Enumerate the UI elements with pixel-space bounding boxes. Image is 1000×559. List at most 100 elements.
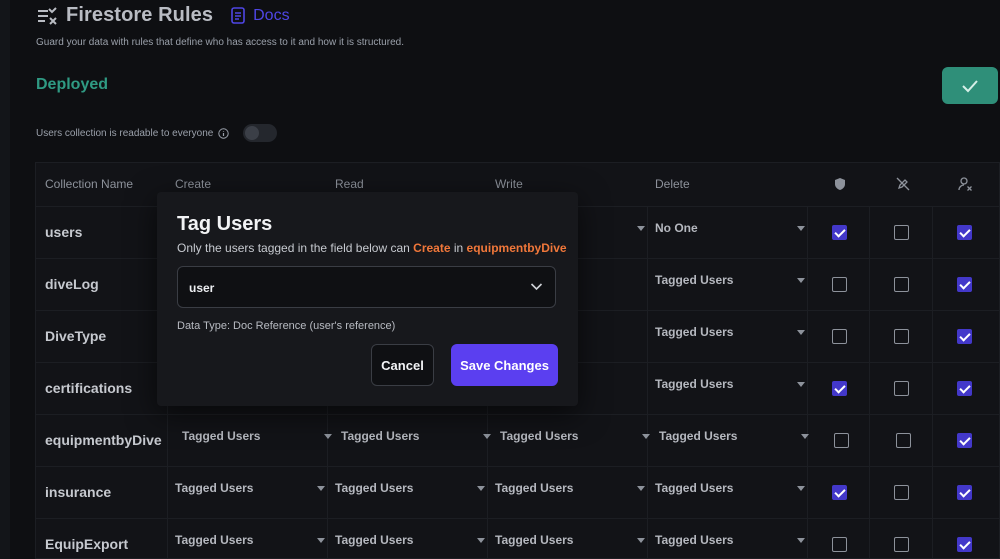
delete-select[interactable]: Tagged Users [655,533,805,555]
desc-prefix: Only the users tagged in the field below… [177,241,410,255]
chevron-down-icon [797,382,805,387]
save-changes-button[interactable]: Save Changes [451,344,558,386]
collection-name: certifications [45,380,133,396]
chevron-down-icon [637,538,645,543]
chevron-down-icon [797,226,805,231]
create-select[interactable]: Tagged Users [175,481,325,503]
delete-value: Tagged Users [655,533,734,547]
collection-name: insurance [45,484,112,500]
modal-description: Only the users tagged in the field below… [177,241,567,255]
checkbox-protected[interactable] [832,225,847,240]
write-value: Tagged Users [500,429,579,443]
checkbox-no-edit[interactable] [894,537,909,552]
chevron-down-icon [642,434,650,439]
info-icon[interactable] [218,127,230,139]
chevron-down-icon [637,486,645,491]
checkbox-no-edit[interactable] [894,381,909,396]
chevron-down-icon [317,486,325,491]
chevron-down-icon [530,283,543,291]
checkbox-no-edit[interactable] [894,329,909,344]
tag-field-select[interactable]: user [177,266,556,308]
checkbox-no-user[interactable] [957,537,972,552]
table-row: insurance Tagged Users Tagged Users Tagg… [36,467,1000,519]
read-value: Tagged Users [335,533,414,547]
delete-select[interactable]: Tagged Users [655,273,805,295]
collection-name: DiveType [45,328,107,344]
chevron-down-icon [324,434,332,439]
checkbox-protected[interactable] [832,485,847,500]
user-remove-icon [958,177,972,191]
page-subtitle: Guard your data with rules that define w… [36,37,404,48]
checkbox-no-user[interactable] [957,225,972,240]
header-collection-name: Collection Name [45,177,134,191]
read-value: Tagged Users [335,481,414,495]
shield-icon [835,178,845,190]
collection-name: users [45,224,83,240]
page-title: Firestore Rules [66,4,214,26]
rules-icon [38,6,57,25]
chevron-down-icon [477,486,485,491]
checkbox-protected[interactable] [832,537,847,552]
checkbox-no-edit[interactable] [894,485,909,500]
create-value: Tagged Users [182,429,261,443]
table-row: EquipExport Tagged Users Tagged Users Ta… [36,519,1000,559]
checkbox-no-user[interactable] [957,433,972,448]
write-select[interactable]: Tagged Users [495,533,645,555]
read-select[interactable]: Tagged Users [335,533,485,555]
chevron-down-icon [801,434,809,439]
delete-value: No One [655,221,698,235]
left-sidebar-strip [0,0,10,559]
deployed-status: Deployed [36,76,109,93]
chevron-down-icon [317,538,325,543]
checkbox-protected[interactable] [832,277,847,292]
docs-label: Docs [253,6,290,24]
check-icon [962,79,978,92]
desc-action: Create [413,241,451,255]
collection-name: equipmentbyDive [45,432,162,448]
write-select[interactable]: Tagged Users [495,481,645,503]
delete-value: Tagged Users [655,377,734,391]
delete-value: Tagged Users [655,273,734,287]
read-select[interactable]: Tagged Users [335,481,485,503]
delete-select[interactable]: Tagged Users [659,429,809,451]
page-header: Firestore Rules Docs [36,4,290,27]
cancel-button[interactable]: Cancel [371,344,434,386]
chevron-down-icon [637,226,645,231]
docs-link[interactable]: Docs [231,6,290,25]
desc-in: in [453,241,464,255]
delete-select[interactable]: No One [655,221,805,243]
checkbox-no-edit[interactable] [894,277,909,292]
document-icon [231,7,245,24]
checkbox-no-user[interactable] [957,381,972,396]
checkbox-no-edit[interactable] [896,433,911,448]
create-select[interactable]: Tagged Users [175,533,325,555]
checkbox-protected[interactable] [832,329,847,344]
create-value: Tagged Users [175,481,254,495]
read-select[interactable]: Tagged Users [341,429,491,451]
delete-value: Tagged Users [655,481,734,495]
delete-select[interactable]: Tagged Users [655,325,805,347]
delete-select[interactable]: Tagged Users [655,377,805,399]
delete-value: Tagged Users [659,429,738,443]
checkbox-protected[interactable] [834,433,849,448]
checkbox-no-user[interactable] [957,485,972,500]
chevron-down-icon [477,538,485,543]
header-read: Read [335,177,364,191]
checkbox-protected[interactable] [832,381,847,396]
checkbox-no-user[interactable] [957,329,972,344]
header-write: Write [495,177,523,191]
write-select[interactable]: Tagged Users [500,429,650,451]
deploy-button[interactable] [942,67,998,104]
checkbox-no-user[interactable] [957,277,972,292]
chevron-down-icon [483,434,491,439]
readable-toggle[interactable] [243,124,278,142]
data-type-note: Data Type: Doc Reference (user's referen… [177,320,396,332]
header-delete: Delete [655,177,690,191]
delete-select[interactable]: Tagged Users [655,481,805,503]
chevron-down-icon [797,278,805,283]
read-value: Tagged Users [341,429,420,443]
header-create: Create [175,177,212,191]
checkbox-no-edit[interactable] [894,225,909,240]
create-select[interactable]: Tagged Users [182,429,332,451]
tag-users-modal: Tag Users Only the users tagged in the f… [157,192,578,406]
